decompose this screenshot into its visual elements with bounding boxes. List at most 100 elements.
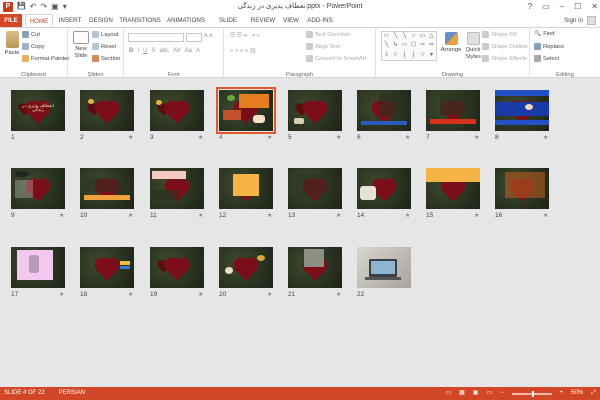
transition-star-icon[interactable]: ★ (543, 212, 548, 219)
slide-thumbnail-1[interactable]: انعطاف پذیری در زندگی (11, 90, 65, 131)
slide-thumbnail-17[interactable] (11, 247, 65, 288)
transition-star-icon[interactable]: ★ (198, 212, 203, 219)
slide-thumbnail-18[interactable] (80, 247, 134, 288)
transition-star-icon[interactable]: ★ (198, 134, 203, 141)
slide-thumbnail-8[interactable] (495, 90, 549, 131)
tab-file[interactable]: FILE (0, 14, 22, 27)
shape-icon[interactable]: } (409, 51, 418, 60)
slide-thumbnail-19[interactable] (150, 247, 204, 288)
slide-thumbnail-2[interactable] (80, 90, 134, 131)
transition-star-icon[interactable]: ★ (59, 212, 64, 219)
shape-icon[interactable]: ⬄ (427, 41, 436, 50)
arrange-button[interactable]: Arrange (440, 32, 462, 54)
slide-thumbnail-20[interactable] (219, 247, 273, 288)
shapes-gallery[interactable]: ▭ ╲ ╲ ○ ▭ △ ╲ ↳ ▭ ⬡ ⇨ ⬄ ⇩ ☆ { } ☆ ▾ (381, 31, 437, 61)
maximize-icon[interactable]: ☐ (574, 1, 581, 12)
slide-thumbnail-9[interactable] (11, 168, 65, 209)
close-icon[interactable]: ✕ (591, 1, 598, 12)
bold-button[interactable]: B (129, 48, 133, 54)
align-icons[interactable]: ≡ ≡ ≡ ≡ ▥ (230, 48, 255, 54)
shape-outline-button[interactable]: Shape Outline (482, 43, 528, 50)
transition-star-icon[interactable]: ★ (128, 212, 133, 219)
minimize-icon[interactable]: – (560, 1, 564, 12)
transition-star-icon[interactable]: ★ (405, 134, 410, 141)
transition-star-icon[interactable]: ★ (267, 212, 272, 219)
transition-star-icon[interactable]: ★ (474, 212, 479, 219)
shape-icon[interactable]: ╲ (400, 32, 409, 41)
shape-icon[interactable]: ▾ (427, 51, 436, 60)
shape-icon[interactable]: ╲ (382, 41, 391, 50)
tab-transitions[interactable]: TRANSITIONS (118, 14, 162, 27)
transition-star-icon[interactable]: ★ (474, 134, 479, 141)
slide-thumbnail-11[interactable] (150, 168, 204, 209)
shape-icon[interactable]: { (400, 51, 409, 60)
transition-star-icon[interactable]: ★ (128, 134, 133, 141)
shape-fill-button[interactable]: Shape Fill (482, 31, 517, 38)
tab-review[interactable]: REVIEW (249, 14, 277, 27)
copy-button[interactable]: Copy (22, 43, 45, 50)
zoom-slider[interactable] (511, 390, 552, 397)
slide-thumbnail-21[interactable] (288, 247, 342, 288)
slide-thumbnail-7[interactable] (426, 90, 480, 131)
replace-button[interactable]: Replace (534, 43, 564, 50)
shape-icon[interactable]: ▭ (382, 32, 391, 41)
layout-button[interactable]: Layout (92, 31, 118, 38)
shape-icon[interactable]: ☆ (391, 51, 400, 60)
zoom-out-button[interactable]: − (500, 387, 504, 400)
shape-icon[interactable]: ▭ (400, 41, 409, 50)
tab-add-ins[interactable]: ADD-INS (305, 14, 335, 27)
zoom-in-button[interactable]: + (560, 387, 564, 400)
zoom-level[interactable]: 50% (571, 387, 583, 400)
new-slide-button[interactable]: New Slide (70, 31, 92, 60)
char-spacing-button[interactable]: AV (173, 48, 181, 54)
shape-icon[interactable]: △ (427, 32, 436, 41)
shape-icon[interactable]: ↳ (391, 41, 400, 50)
shape-effects-button[interactable]: Shape Effects (482, 55, 527, 62)
slide-thumbnail-5[interactable] (288, 90, 342, 131)
tab-insert[interactable]: INSERT (56, 14, 84, 27)
slide-thumbnail-13[interactable] (288, 168, 342, 209)
italic-button[interactable]: I (137, 48, 139, 54)
tab-view[interactable]: VIEW (280, 14, 302, 27)
convert-smartart-button[interactable]: Convert to SmartArt (306, 55, 366, 62)
transition-star-icon[interactable]: ★ (336, 212, 341, 219)
slide-thumbnail-16[interactable] (495, 168, 549, 209)
transition-star-icon[interactable]: ★ (128, 291, 133, 298)
change-case-button[interactable]: Aa (185, 48, 192, 54)
grow-font-icon[interactable]: A A (204, 33, 213, 39)
zoom-slider-thumb[interactable] (531, 390, 534, 397)
language-indicator[interactable]: PERSIAN (59, 387, 85, 400)
underline-button[interactable]: U (143, 48, 147, 54)
transition-star-icon[interactable]: ★ (198, 291, 203, 298)
slide-thumbnail-4[interactable] (216, 87, 276, 134)
font-size-combo[interactable] (186, 33, 202, 42)
shape-icon[interactable]: ╲ (391, 32, 400, 41)
select-button[interactable]: Select (534, 55, 559, 62)
slide-thumbnail-22[interactable] (357, 247, 411, 288)
slide-counter[interactable]: SLIDE 4 OF 22 (4, 387, 45, 400)
shape-icon[interactable]: ⬡ (409, 41, 418, 50)
transition-star-icon[interactable]: ★ (267, 134, 272, 141)
normal-view-icon[interactable]: ▭ (445, 387, 451, 400)
tab-home[interactable]: HOME (25, 14, 53, 27)
shape-icon[interactable]: ⇨ (418, 41, 427, 50)
align-text-button[interactable]: Align Text (306, 43, 340, 50)
slide-thumbnail-14[interactable] (357, 168, 411, 209)
slide-thumbnail-6[interactable] (357, 90, 411, 131)
section-button[interactable]: Section (92, 55, 120, 62)
transition-star-icon[interactable]: ★ (543, 134, 548, 141)
find-button[interactable]: 🔍 Find (534, 31, 555, 37)
quick-styles-button[interactable]: Quick Styles (463, 32, 483, 61)
tab-design[interactable]: DESIGN (87, 14, 115, 27)
reading-view-icon[interactable]: ▣ (473, 387, 479, 400)
transition-star-icon[interactable]: ★ (405, 212, 410, 219)
help-icon[interactable]: ? (528, 1, 532, 12)
strikethrough-button[interactable]: abc (159, 48, 169, 54)
shape-icon[interactable]: ☆ (418, 51, 427, 60)
bullets-icon[interactable]: ☰ ☰ ⇤ ⇥ ≡ (230, 33, 260, 39)
text-direction-button[interactable]: Text Direction (306, 31, 350, 38)
tab-slide-show[interactable]: SLIDE SHOW (210, 14, 246, 37)
shadow-button[interactable]: S (151, 48, 155, 54)
cut-button[interactable]: Cut (22, 31, 40, 38)
tab-animations[interactable]: ANIMATIONS (165, 14, 207, 27)
